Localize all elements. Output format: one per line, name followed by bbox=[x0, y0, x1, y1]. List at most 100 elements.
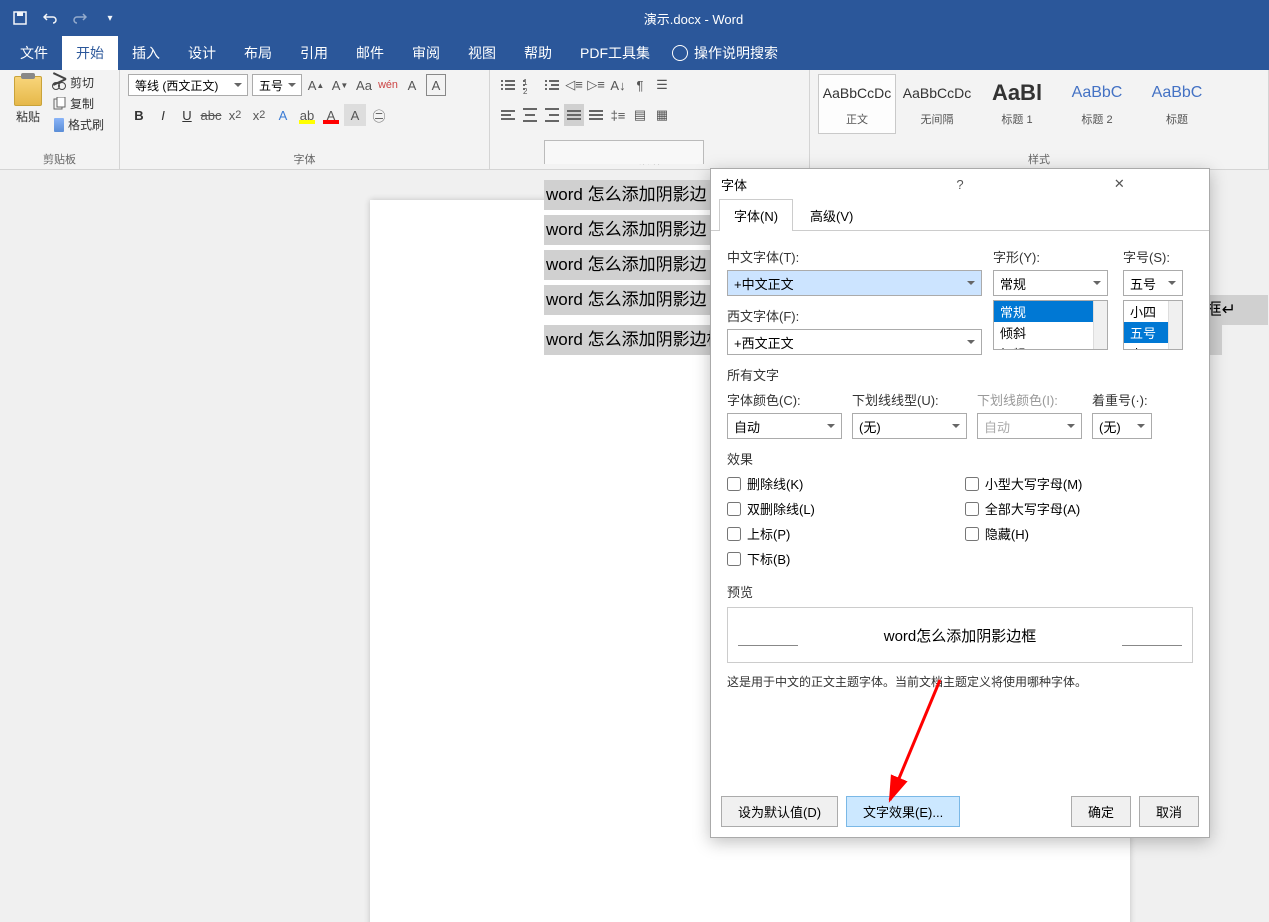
tab-insert[interactable]: 插入 bbox=[118, 36, 174, 70]
tab-file[interactable]: 文件 bbox=[6, 36, 62, 70]
subscript-checkbox[interactable]: 下标(B) bbox=[727, 549, 815, 568]
set-default-button[interactable]: 设为默认值(D) bbox=[721, 796, 838, 827]
undo-icon[interactable] bbox=[42, 10, 58, 26]
show-marks-button[interactable]: ¶ bbox=[630, 74, 650, 96]
tab-mailings[interactable]: 邮件 bbox=[342, 36, 398, 70]
style-title[interactable]: AaBbC标题 bbox=[1138, 74, 1216, 134]
char-border-button[interactable]: A bbox=[426, 74, 446, 96]
font-color-button[interactable]: A bbox=[320, 104, 342, 126]
tab-references[interactable]: 引用 bbox=[286, 36, 342, 70]
underline-color-label: 下划线颜色(I): bbox=[977, 390, 1082, 409]
tab-help[interactable]: 帮助 bbox=[510, 36, 566, 70]
snap-button[interactable]: ☰ bbox=[652, 74, 672, 96]
tab-home[interactable]: 开始 bbox=[62, 36, 118, 70]
borders-button[interactable]: ▦ bbox=[652, 104, 672, 126]
char-shading-button[interactable]: A bbox=[344, 104, 366, 126]
italic-button[interactable]: I bbox=[152, 104, 174, 126]
align-right-button[interactable] bbox=[542, 104, 562, 126]
numbering-button[interactable]: 12 bbox=[520, 74, 540, 96]
dialog-help-button[interactable]: ? bbox=[880, 177, 1039, 192]
scrollbar[interactable] bbox=[1168, 301, 1182, 349]
dialog-close-button[interactable]: ✕ bbox=[1040, 176, 1199, 192]
style-heading1[interactable]: AaBl标题 1 bbox=[978, 74, 1056, 134]
emphasis-label: 着重号(·): bbox=[1092, 390, 1152, 409]
scrollbar[interactable] bbox=[1093, 301, 1107, 349]
text-effect-button[interactable]: A bbox=[272, 104, 294, 126]
allcaps-checkbox[interactable]: 全部大写字母(A) bbox=[965, 499, 1083, 518]
effects-label: 效果 bbox=[727, 449, 1193, 468]
scissors-icon bbox=[52, 76, 66, 90]
preview-text: word怎么添加阴影边框 bbox=[884, 625, 1037, 646]
line-spacing-button[interactable]: ‡≡ bbox=[608, 104, 628, 126]
font-color-combo[interactable]: 自动 bbox=[727, 413, 842, 439]
cancel-button[interactable]: 取消 bbox=[1139, 796, 1199, 827]
increase-font-button[interactable]: A▲ bbox=[306, 74, 326, 96]
cn-font-combo[interactable]: +中文正文 bbox=[727, 270, 982, 296]
bold-button[interactable]: B bbox=[128, 104, 150, 126]
group-styles: AaBbCcDc正文 AaBbCcDc无间隔 AaBl标题 1 AaBbC标题 … bbox=[810, 70, 1269, 169]
ok-button[interactable]: 确定 bbox=[1071, 796, 1131, 827]
justify-button[interactable] bbox=[564, 104, 584, 126]
tab-layout[interactable]: 布局 bbox=[230, 36, 286, 70]
double-strike-checkbox[interactable]: 双删除线(L) bbox=[727, 499, 815, 518]
font-size-list[interactable]: 小四 五号 小五 bbox=[1123, 300, 1183, 350]
enclose-button[interactable]: ㊁ bbox=[368, 104, 390, 126]
superscript-checkbox[interactable]: 上标(P) bbox=[727, 524, 815, 543]
decrease-font-button[interactable]: A▼ bbox=[330, 74, 350, 96]
en-font-label: 西文字体(F): bbox=[727, 306, 983, 325]
decrease-indent-button[interactable]: ◁≡ bbox=[564, 74, 584, 96]
text-effect-button[interactable]: 文字效果(E)... bbox=[846, 796, 960, 827]
highlight-button[interactable]: ab bbox=[296, 104, 318, 126]
save-icon[interactable] bbox=[12, 10, 28, 26]
font-name-combo[interactable]: 等线 (西文正文) bbox=[128, 74, 248, 96]
emphasis-combo[interactable]: (无) bbox=[1092, 413, 1152, 439]
subscript-button[interactable]: x2 bbox=[224, 104, 246, 126]
dialog-tab-font[interactable]: 字体(N) bbox=[719, 199, 793, 231]
clear-format-button[interactable]: A bbox=[402, 74, 422, 96]
underline-style-combo[interactable]: (无) bbox=[852, 413, 967, 439]
tab-pdf[interactable]: PDF工具集 bbox=[566, 36, 664, 70]
style-heading2[interactable]: AaBbC标题 2 bbox=[1058, 74, 1136, 134]
format-painter-button[interactable]: 格式刷 bbox=[52, 116, 104, 133]
distributed-button[interactable] bbox=[586, 104, 606, 126]
redo-icon[interactable] bbox=[72, 10, 88, 26]
underline-color-combo[interactable]: 自动 bbox=[977, 413, 1082, 439]
tab-design[interactable]: 设计 bbox=[174, 36, 230, 70]
align-center-button[interactable] bbox=[520, 104, 540, 126]
underline-button[interactable]: U bbox=[176, 104, 198, 126]
ruler-indent-marker[interactable] bbox=[544, 140, 704, 164]
tellme-label: 操作说明搜索 bbox=[694, 43, 778, 63]
style-normal[interactable]: AaBbCcDc正文 bbox=[818, 74, 896, 134]
dialog-tab-advanced[interactable]: 高级(V) bbox=[795, 199, 868, 231]
strikethrough-checkbox[interactable]: 删除线(K) bbox=[727, 474, 815, 493]
bullets-button[interactable] bbox=[498, 74, 518, 96]
sort-button[interactable]: A↓ bbox=[608, 74, 628, 96]
tab-review[interactable]: 审阅 bbox=[398, 36, 454, 70]
shading-button[interactable]: ▤ bbox=[630, 104, 650, 126]
phonetic-button[interactable]: wén bbox=[378, 74, 398, 96]
smallcaps-checkbox[interactable]: 小型大写字母(M) bbox=[965, 474, 1083, 493]
increase-indent-button[interactable]: ▷≡ bbox=[586, 74, 606, 96]
cn-font-label: 中文字体(T): bbox=[727, 247, 983, 266]
change-case-button[interactable]: Aa bbox=[354, 74, 374, 96]
tab-view[interactable]: 视图 bbox=[454, 36, 510, 70]
font-size-input[interactable]: 五号 bbox=[1123, 270, 1183, 296]
superscript-button[interactable]: x2 bbox=[248, 104, 270, 126]
dialog-titlebar[interactable]: 字体 ? ✕ bbox=[711, 169, 1209, 199]
style-nospacing[interactable]: AaBbCcDc无间隔 bbox=[898, 74, 976, 134]
align-left-button[interactable] bbox=[498, 104, 518, 126]
hidden-checkbox[interactable]: 隐藏(H) bbox=[965, 524, 1083, 543]
en-font-combo[interactable]: +西文正文 bbox=[727, 329, 982, 355]
strikethrough-button[interactable]: abc bbox=[200, 104, 222, 126]
tellme-search[interactable]: 操作说明搜索 bbox=[672, 36, 778, 70]
paste-label: 粘贴 bbox=[16, 108, 40, 125]
font-style-list[interactable]: 常规 倾斜 加粗 bbox=[993, 300, 1108, 350]
preview-box: word怎么添加阴影边框 bbox=[727, 607, 1193, 663]
font-style-input[interactable]: 常规 bbox=[993, 270, 1108, 296]
cut-button[interactable]: 剪切 bbox=[52, 74, 104, 91]
font-size-combo[interactable]: 五号 bbox=[252, 74, 302, 96]
qat-customize-icon[interactable]: ▾ bbox=[102, 10, 118, 26]
copy-button[interactable]: 复制 bbox=[52, 95, 104, 112]
paste-button[interactable]: 粘贴 bbox=[8, 74, 48, 125]
multilevel-button[interactable] bbox=[542, 74, 562, 96]
